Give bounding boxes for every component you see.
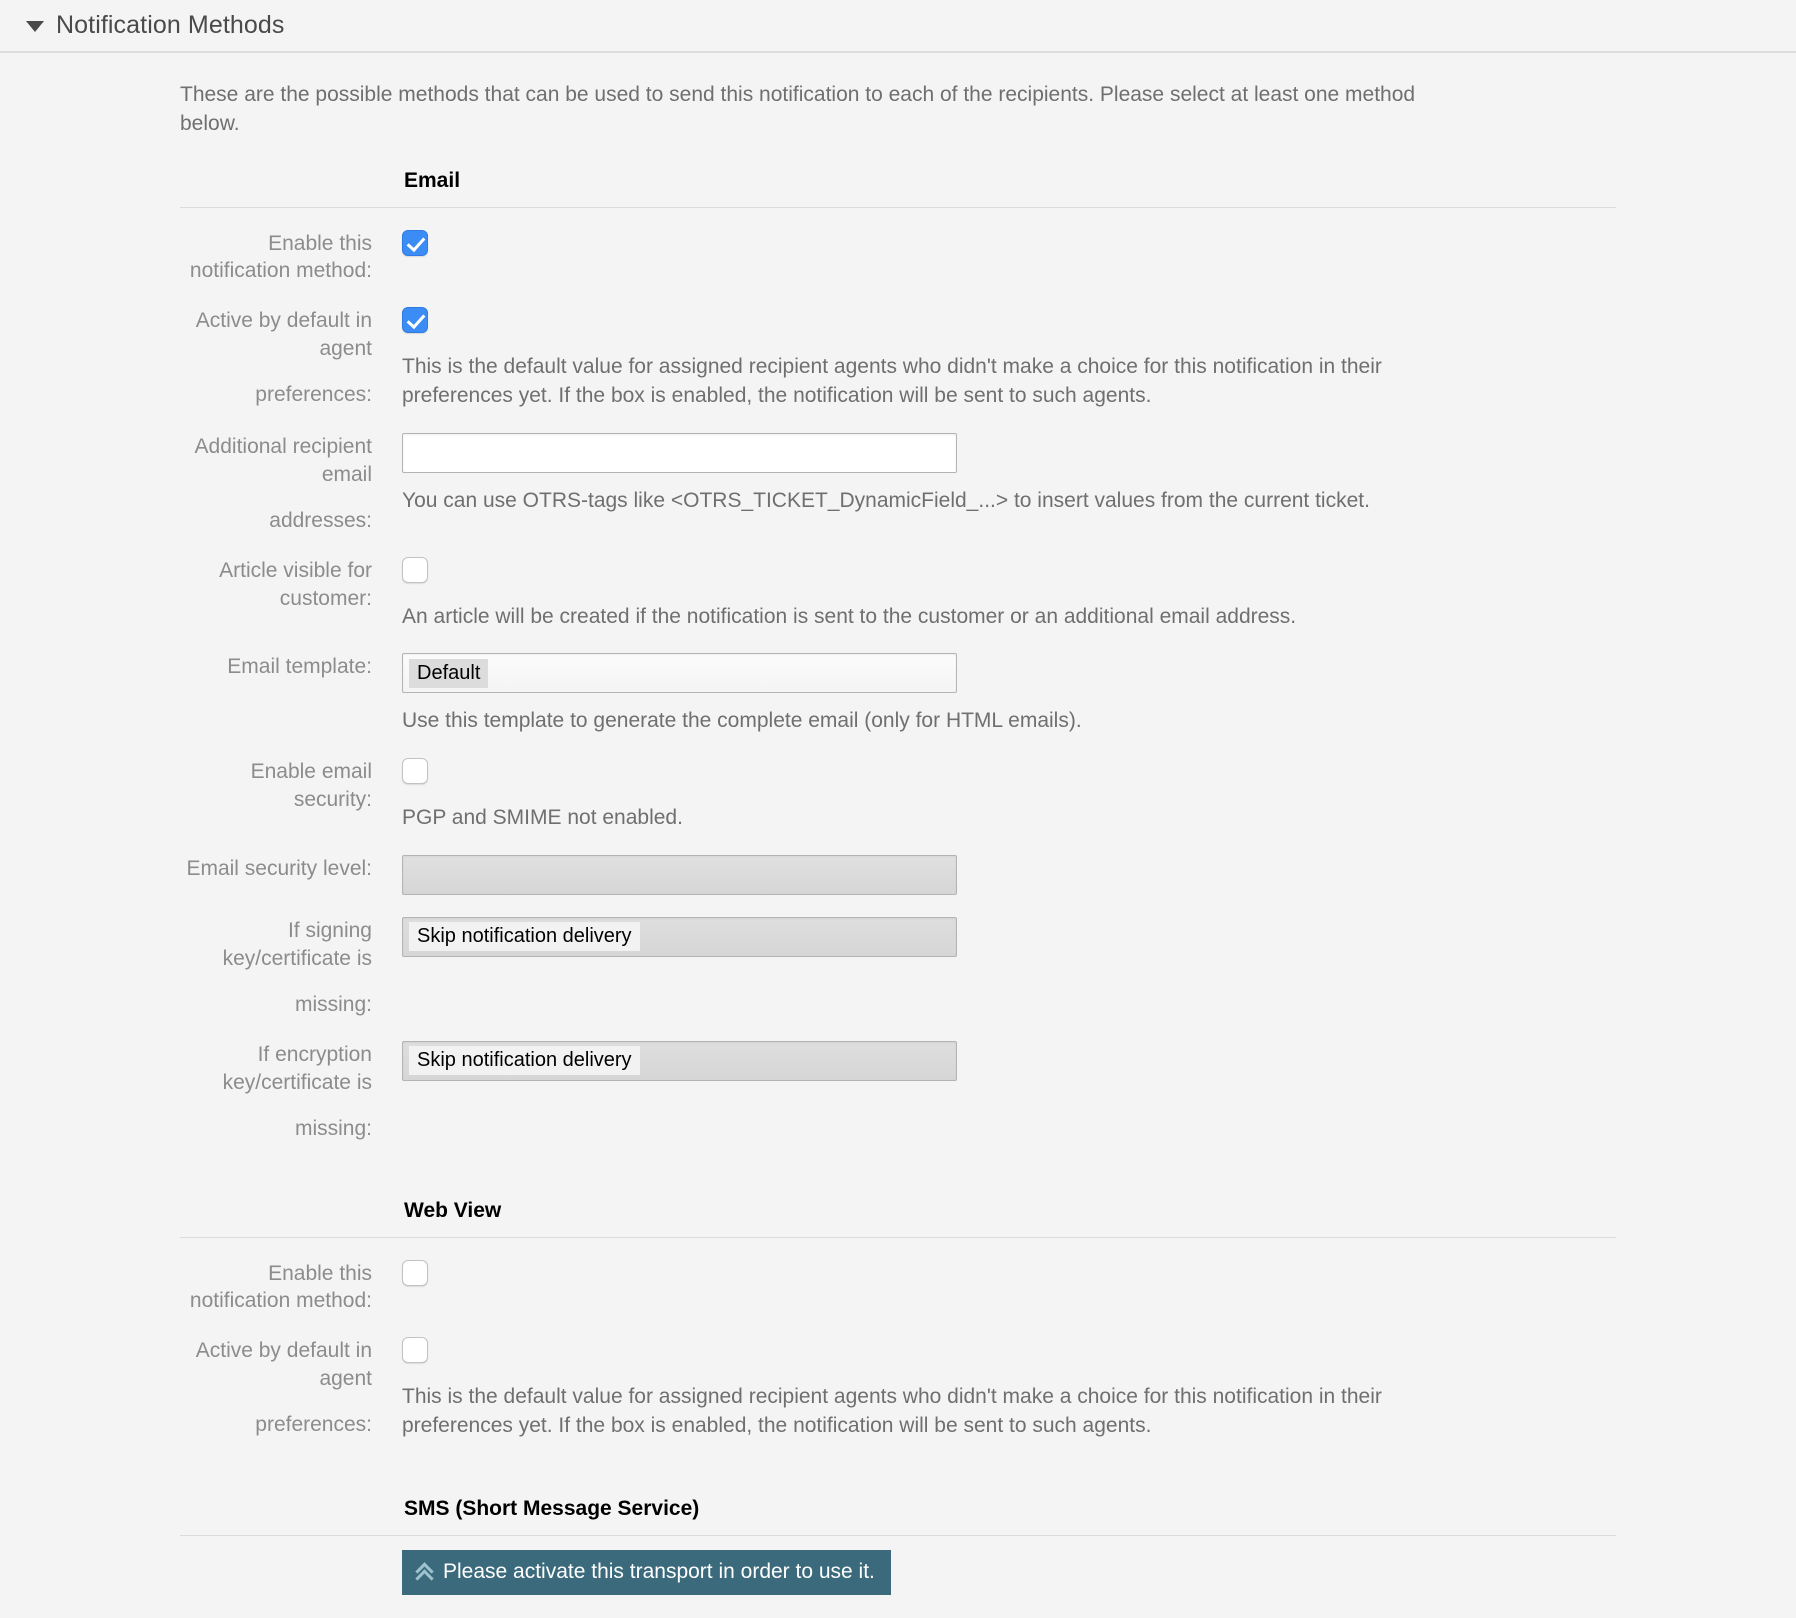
field-row-encryption-missing: If encryption key/certificate is missing…: [0, 1040, 1796, 1143]
field-row-webview-active-default: Active by default in agent preferences: …: [0, 1337, 1796, 1441]
help-email-template: Use this template to generate the comple…: [402, 709, 1082, 733]
help-article-visible: An article will be created if the notifi…: [402, 604, 1297, 628]
field-row-signing-missing: If signing key/certificate is missing: S…: [0, 916, 1796, 1019]
label-webview-enable: Enable this notification method:: [189, 1261, 372, 1313]
label-email-enable: Enable this notification method:: [189, 231, 372, 283]
section-divider-email: [180, 206, 1616, 208]
intro-text: These are the possible methods that can …: [180, 83, 1416, 135]
select-encryption-key-missing[interactable]: Skip notification delivery: [402, 1040, 957, 1081]
section-title-sms: SMS (Short Message Service): [404, 1496, 700, 1520]
widget-body: These are the possible methods that can …: [0, 53, 1796, 1595]
label-webview-active-default-line1: Active by default in agent: [195, 1339, 372, 1391]
section-title-email: Email: [404, 168, 461, 192]
section-divider-sms: [180, 1534, 1616, 1536]
select-email-template-value: Default: [409, 658, 489, 688]
help-email-recipients: You can use OTRS-tags like <OTRS_TICKET_…: [402, 488, 1370, 512]
label-encryption-missing-line2: missing:: [294, 1116, 372, 1140]
section-header-web-view: Web View: [0, 1199, 1796, 1223]
input-additional-recipient-emails[interactable]: [402, 432, 957, 473]
checkbox-email-active-default[interactable]: [402, 307, 428, 334]
field-row-article-visible: Article visible for customer: An article…: [0, 556, 1796, 632]
select-email-template[interactable]: Default: [402, 653, 957, 694]
label-signing-missing-line1: If signing key/certificate is: [222, 918, 372, 970]
field-row-security-level: Email security level:: [0, 854, 1796, 895]
field-row-email-template: Email template: Default Use this templat…: [0, 653, 1796, 736]
field-row-email-enable: Enable this notification method:: [0, 229, 1796, 286]
label-email-template: Email template:: [227, 655, 372, 679]
label-email-security-level: Email security level:: [186, 856, 372, 880]
section-title-web-view: Web View: [404, 1198, 502, 1222]
label-email-recipients-line2: addresses:: [269, 508, 372, 532]
select-email-security-level-value: [409, 873, 425, 876]
field-row-email-active-default: Active by default in agent preferences: …: [0, 307, 1796, 411]
select-email-security-level: [402, 854, 957, 895]
checkbox-enable-email-security[interactable]: [402, 758, 428, 785]
label-email-active-default-line1: Active by default in agent: [195, 309, 372, 361]
field-row-webview-enable: Enable this notification method:: [0, 1259, 1796, 1316]
checkbox-email-enable-method[interactable]: [402, 229, 428, 256]
field-row-sms-activate: Please activate this transport in order …: [0, 1549, 1796, 1595]
checkbox-article-visible-for-customer[interactable]: [402, 556, 428, 583]
label-email-recipients-line1: Additional recipient email: [194, 434, 372, 486]
section-divider-web-view: [180, 1236, 1616, 1238]
help-email-security: PGP and SMIME not enabled.: [402, 806, 683, 830]
activate-transport-button-label: Please activate this transport in order …: [443, 1559, 875, 1583]
field-row-email-recipients: Additional recipient email addresses: Yo…: [0, 432, 1796, 535]
help-webview-active-default: This is the default value for assigned r…: [402, 1385, 1382, 1438]
checkbox-webview-enable-method[interactable]: [402, 1259, 428, 1286]
select-encryption-key-missing-value: Skip notification delivery: [409, 1046, 640, 1076]
label-email-security: Enable email security:: [250, 760, 372, 812]
label-article-visible: Article visible for customer:: [219, 558, 372, 610]
chevron-double-up-icon: [416, 1563, 433, 1581]
field-row-email-security: Enable email security: PGP and SMIME not…: [0, 758, 1796, 833]
triangle-down-icon[interactable]: [26, 21, 44, 32]
page-title: Notification Methods: [56, 11, 285, 39]
label-email-active-default-line2: preferences:: [255, 383, 372, 407]
label-webview-active-default-line2: preferences:: [255, 1413, 372, 1437]
activate-transport-button[interactable]: Please activate this transport in order …: [402, 1549, 891, 1595]
select-signing-key-missing[interactable]: Skip notification delivery: [402, 916, 957, 957]
checkbox-webview-active-default[interactable]: [402, 1337, 428, 1364]
label-encryption-missing-line1: If encryption key/certificate is: [222, 1042, 372, 1094]
section-header-email: Email: [0, 169, 1796, 193]
help-email-active-default: This is the default value for assigned r…: [402, 355, 1382, 408]
widget-header[interactable]: Notification Methods: [0, 0, 1796, 53]
section-header-sms: SMS (Short Message Service): [0, 1497, 1796, 1521]
select-signing-key-missing-value: Skip notification delivery: [409, 922, 640, 952]
label-signing-missing-line2: missing:: [294, 992, 372, 1016]
